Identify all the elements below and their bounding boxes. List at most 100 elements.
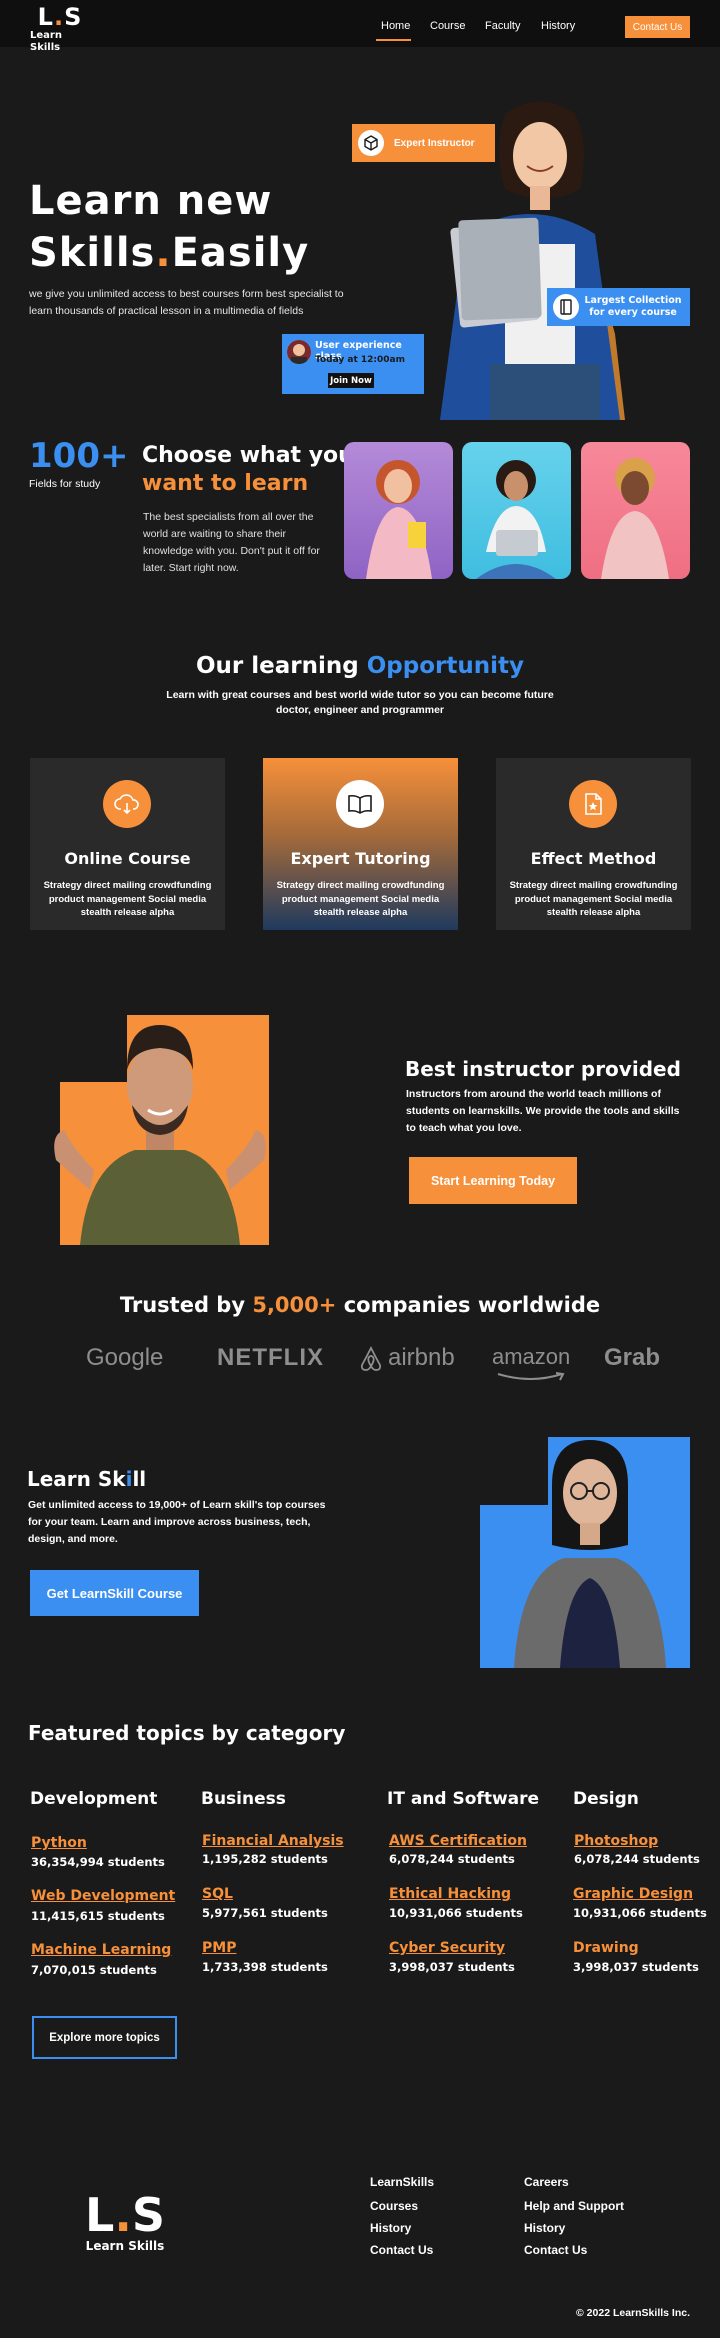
ux-class-card: User experience class Today at 12:00am J… bbox=[282, 334, 424, 394]
feature-card-expert-tutoring[interactable]: Expert Tutoring Strategy direct mailing … bbox=[263, 758, 458, 930]
topic-students: 6,078,244 students bbox=[574, 1852, 700, 1866]
book-open-icon bbox=[336, 780, 384, 828]
logo-name: Learn Skills bbox=[30, 30, 62, 53]
instructor-text: Instructors from around the world teach … bbox=[406, 1088, 680, 1134]
footer-link-history[interactable]: History bbox=[370, 2221, 411, 2235]
explore-topics-button[interactable]: Explore more topics bbox=[32, 2016, 177, 2059]
student-photo-1 bbox=[344, 442, 453, 579]
footer-logo-s: S bbox=[131, 2188, 165, 2242]
footer-heading-learnskills[interactable]: LearnSkills bbox=[370, 2175, 434, 2189]
hero-title-dot: . bbox=[155, 230, 172, 276]
largest-collection-label: Largest Collection for every course bbox=[584, 295, 682, 318]
brand-airbnb: airbnb bbox=[388, 1344, 455, 1371]
footer-link-history[interactable]: History bbox=[524, 2221, 565, 2235]
choose-text: The best specialists from all over the w… bbox=[143, 511, 320, 574]
logo[interactable]: L.S Learn Skills bbox=[30, 3, 90, 53]
start-learning-button[interactable]: Start Learning Today bbox=[409, 1157, 577, 1204]
feature-text: Strategy direct mailing crowdfunding pro… bbox=[43, 880, 212, 918]
expert-instructor-badge: Expert Instructor bbox=[352, 124, 495, 162]
topic-students: 11,415,615 students bbox=[31, 1909, 165, 1923]
feature-text: Strategy direct mailing crowdfunding pro… bbox=[509, 880, 678, 918]
top-nav bbox=[0, 0, 720, 47]
feature-text: Strategy direct mailing crowdfunding pro… bbox=[276, 880, 445, 918]
instructor-title: Best instructor provided bbox=[405, 1057, 681, 1081]
learnskill-text: Get unlimited access to 19,000+ of Learn… bbox=[28, 1499, 326, 1545]
opportunity-title-a: Our learning bbox=[196, 653, 359, 679]
student-photo-2 bbox=[462, 442, 571, 579]
topic-students: 6,078,244 students bbox=[389, 1852, 515, 1866]
logo-s: S bbox=[64, 3, 83, 31]
nav-link-home[interactable]: Home bbox=[381, 20, 410, 32]
footer-link-courses[interactable]: Courses bbox=[370, 2199, 418, 2213]
footer-logo-name: Learn Skills bbox=[85, 2239, 165, 2253]
topic-link-aws-certification[interactable]: AWS Certification bbox=[389, 1833, 527, 1849]
airbnb-icon bbox=[358, 1345, 384, 1376]
fields-label: Fields for study bbox=[29, 478, 101, 490]
nav-active-indicator bbox=[376, 39, 411, 41]
feature-title: Expert Tutoring bbox=[290, 849, 431, 868]
topic-link-graphic-design[interactable]: Graphic Design bbox=[573, 1886, 693, 1902]
learnskill-title-a: Learn Sk bbox=[27, 1467, 126, 1491]
footer-link-contact[interactable]: Contact Us bbox=[524, 2243, 587, 2257]
logo-l: L bbox=[37, 3, 54, 31]
feature-title: Effect Method bbox=[530, 849, 657, 868]
choose-title: Choose what you want to learn bbox=[142, 442, 354, 498]
footer-heading-careers[interactable]: Careers bbox=[524, 2175, 569, 2189]
learnskill-photo bbox=[500, 1435, 680, 1668]
feature-title: Online Course bbox=[64, 849, 191, 868]
topics-title: Featured topics by category bbox=[28, 1721, 346, 1745]
topic-link-financial-analysis[interactable]: Financial Analysis bbox=[202, 1833, 344, 1849]
topic-link-pmp[interactable]: PMP bbox=[202, 1940, 236, 1956]
topic-students: 3,998,037 students bbox=[573, 1960, 699, 1974]
choose-title-line1: Choose what you bbox=[142, 443, 354, 468]
brand-grab: Grab bbox=[604, 1344, 661, 1371]
topic-link-python[interactable]: Python bbox=[31, 1835, 87, 1851]
topic-students: 10,931,066 students bbox=[389, 1906, 523, 1920]
book-icon bbox=[553, 294, 579, 320]
contact-us-button[interactable]: Contact Us bbox=[625, 16, 690, 38]
hero-title-line1: Learn new bbox=[29, 178, 273, 224]
opportunity-subtitle: Learn with great courses and best world … bbox=[166, 689, 554, 716]
topic-students: 3,998,037 students bbox=[389, 1960, 515, 1974]
avatar bbox=[287, 340, 311, 364]
topic-link-machine-learning[interactable]: Machine Learning bbox=[31, 1942, 171, 1958]
footer-logo-l: L bbox=[85, 2188, 115, 2242]
logo-dot: . bbox=[53, 3, 65, 31]
topic-link-cyber-security[interactable]: Cyber Security bbox=[389, 1940, 505, 1956]
feature-card-effect-method[interactable]: Effect Method Strategy direct mailing cr… bbox=[496, 758, 691, 930]
copyright: © 2022 LearnSkills Inc. bbox=[576, 2307, 690, 2319]
footer-link-help-support[interactable]: Help and Support bbox=[524, 2199, 624, 2213]
topic-students: 36,354,994 students bbox=[31, 1855, 165, 1869]
brand-google: Google bbox=[86, 1344, 164, 1371]
topic-link-web-development[interactable]: Web Development bbox=[31, 1888, 175, 1904]
fields-count: 100+ bbox=[29, 436, 129, 476]
learnskill-title-b: ll bbox=[132, 1467, 147, 1491]
student-photo-3 bbox=[581, 442, 690, 579]
nav-link-course[interactable]: Course bbox=[430, 20, 465, 32]
topic-link-sql[interactable]: SQL bbox=[202, 1886, 233, 1902]
topic-link-drawing[interactable]: Drawing bbox=[573, 1940, 639, 1956]
amazon-smile-icon bbox=[496, 1367, 566, 1386]
opportunity-title: Our learning Opportunity bbox=[0, 653, 720, 679]
topic-link-ethical-hacking[interactable]: Ethical Hacking bbox=[389, 1886, 511, 1902]
feature-card-online-course[interactable]: Online Course Strategy direct mailing cr… bbox=[30, 758, 225, 930]
document-star-icon bbox=[569, 780, 617, 828]
learnskill-title: Learn Skill bbox=[27, 1467, 146, 1491]
get-learnskill-button[interactable]: Get LearnSkill Course bbox=[30, 1570, 199, 1616]
topic-link-photoshop[interactable]: Photoshop bbox=[574, 1833, 658, 1849]
trusted-title: Trusted by 5,000+ companies worldwide bbox=[0, 1293, 720, 1317]
footer-logo[interactable]: L.S Learn Skills bbox=[85, 2191, 165, 2259]
topic-students: 7,070,015 students bbox=[31, 1963, 157, 1977]
topic-students: 5,977,561 students bbox=[202, 1906, 328, 1920]
hero-title-easily: Easily bbox=[171, 230, 310, 276]
topic-students: 1,733,398 students bbox=[202, 1960, 328, 1974]
cube-icon bbox=[358, 130, 384, 156]
nav-link-history[interactable]: History bbox=[541, 20, 575, 32]
join-now-button[interactable]: Join Now bbox=[328, 373, 374, 388]
nav-link-faculty[interactable]: Faculty bbox=[485, 20, 520, 32]
expert-instructor-label: Expert Instructor bbox=[394, 137, 475, 149]
cloud-download-icon bbox=[103, 780, 151, 828]
brand-netflix: NETFLIX bbox=[217, 1344, 324, 1371]
footer-link-contact[interactable]: Contact Us bbox=[370, 2243, 433, 2257]
hero-title: Learn new Skills.Easily bbox=[29, 175, 309, 279]
